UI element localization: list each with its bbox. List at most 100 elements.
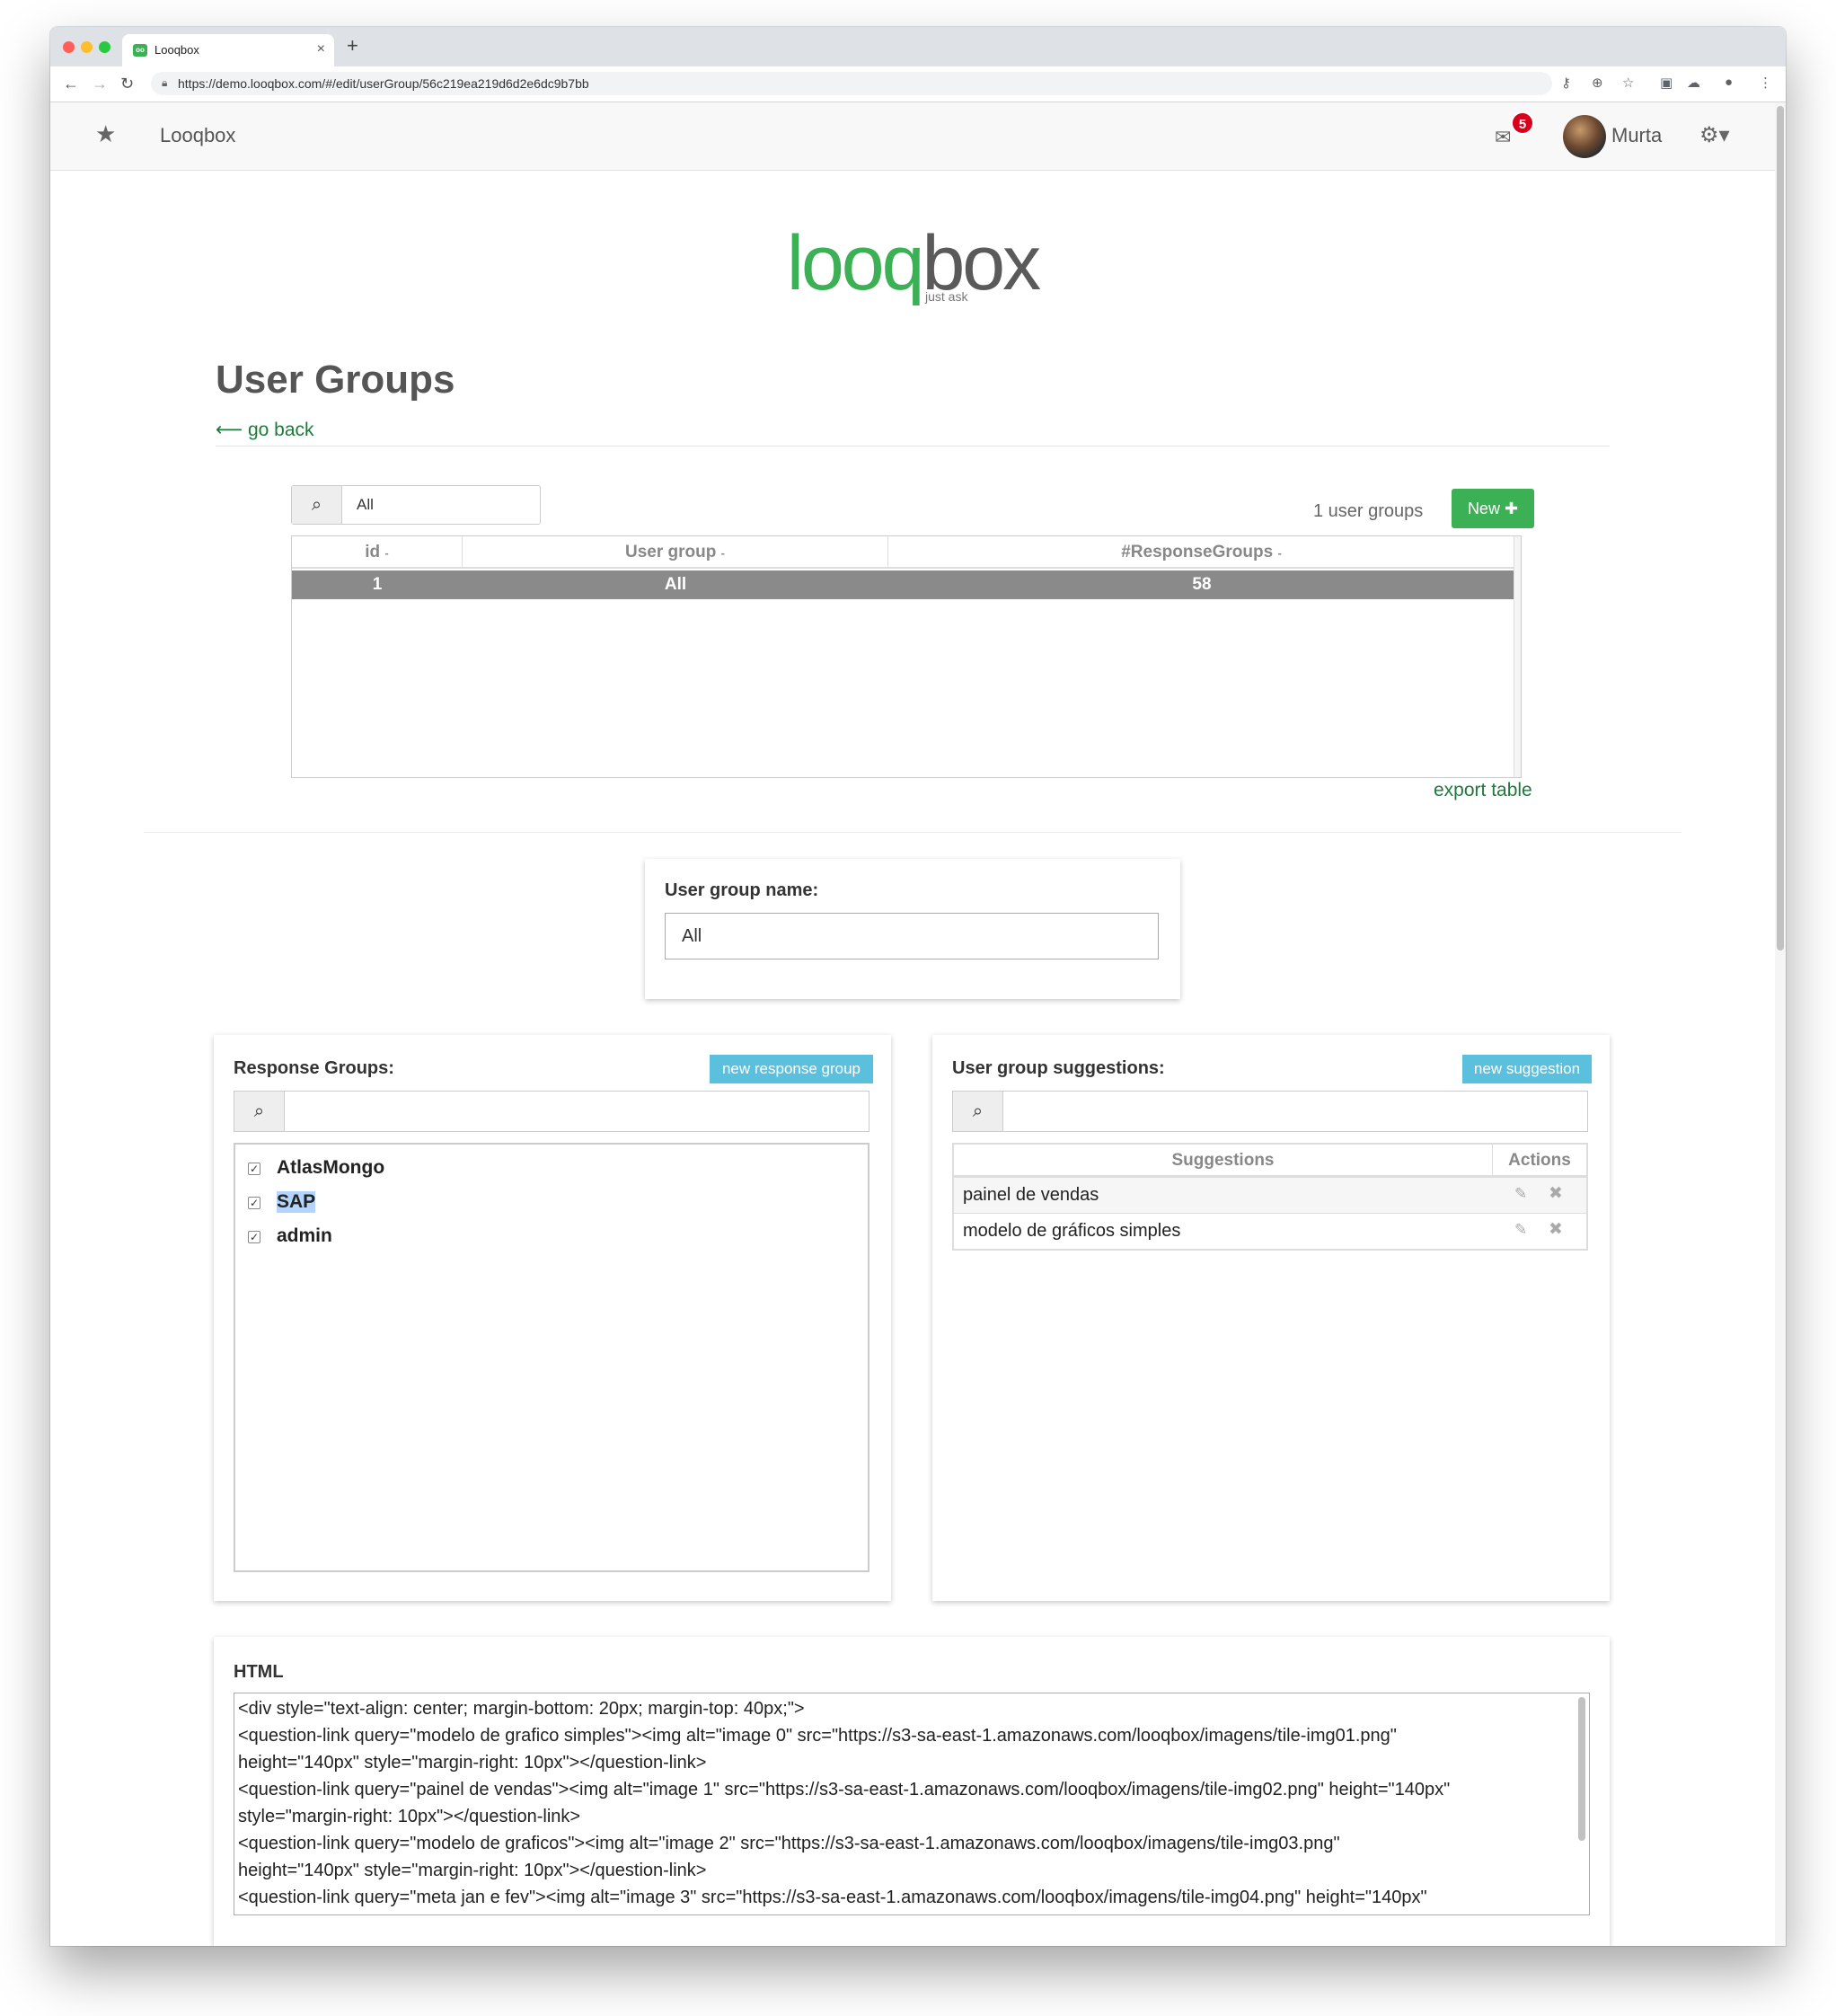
lock-icon: 🔒︎ <box>162 76 168 89</box>
cell-user-group: All <box>664 575 687 594</box>
pencil-icon[interactable]: ✎ <box>1514 1221 1527 1239</box>
new-response-group-button[interactable]: new response group <box>710 1055 873 1083</box>
user-group-count: 1 user groups <box>1313 501 1424 521</box>
export-table-link[interactable]: export table <box>1434 780 1532 801</box>
code-line: height="140px" style="margin-right: 10px… <box>238 1861 707 1880</box>
table-row: modelo de gráficos simples ✎ ✖ <box>954 1213 1586 1249</box>
address-bar[interactable]: 🔒︎ https://demo.looqbox.com/#/edit/userG… <box>151 72 1552 95</box>
checkbox-checked-icon[interactable]: ✓ <box>248 1197 260 1209</box>
cell-response-groups: 58 <box>1192 575 1212 594</box>
response-groups-label: Response Groups: <box>234 1058 394 1078</box>
arrow-left-icon: ⟵ <box>216 420 248 440</box>
minimize-window-button[interactable] <box>81 41 93 53</box>
html-editor[interactable]: <div style="text-align: center; margin-b… <box>234 1693 1590 1915</box>
response-group-label: SAP <box>277 1191 316 1213</box>
new-suggestion-button[interactable]: new suggestion <box>1462 1055 1592 1083</box>
user-group-name-panel: User group name: All <box>645 859 1180 999</box>
html-label: HTML <box>234 1662 284 1682</box>
checkbox-checked-icon[interactable]: ✓ <box>248 1231 260 1243</box>
code-line: <question-link query="modelo de graficos… <box>238 1834 1340 1853</box>
new-button-label: New <box>1467 500 1500 517</box>
editor-scrollbar[interactable] <box>1578 1697 1585 1841</box>
back-icon[interactable]: ← <box>63 75 79 93</box>
gear-icon[interactable]: ⚙▾ <box>1699 122 1730 148</box>
user-name[interactable]: Murta <box>1611 124 1662 147</box>
bookmark-star-icon[interactable]: ☆ <box>1622 75 1634 91</box>
browser-tab[interactable]: oo Looqbox × <box>122 34 334 66</box>
close-icon[interactable]: ✖ <box>1549 1183 1563 1204</box>
tab-close-icon[interactable]: × <box>317 41 325 57</box>
logo-tagline: just ask <box>925 289 968 304</box>
cloud-icon[interactable]: ☁ <box>1687 75 1700 91</box>
star-icon[interactable]: ★ <box>95 120 116 148</box>
tab-strip: oo Looqbox × + <box>50 27 1786 66</box>
extension-icon[interactable]: ▣ <box>1660 75 1673 91</box>
browser-toolbar: ← → ↻ 🔒︎ https://demo.looqbox.com/#/edit… <box>50 66 1786 102</box>
page-title: User Groups <box>216 358 455 402</box>
brand-link[interactable]: Looqbox <box>160 124 235 147</box>
suggestions-panel: User group suggestions: new suggestion ⌕… <box>932 1035 1610 1601</box>
response-groups-list: ✓ AtlasMongo ✓ SAP ✓ admin <box>234 1143 869 1572</box>
menu-icon[interactable]: ⋮ <box>1759 75 1772 91</box>
user-group-filter[interactable]: ⌕ All <box>291 485 541 525</box>
column-header-response-groups[interactable]: #ResponseGroups - <box>888 536 1515 569</box>
column-header-id[interactable]: id - <box>292 536 463 569</box>
search-icon: ⌕ <box>953 1092 1003 1131</box>
table-row: painel de vendas ✎ ✖ <box>954 1177 1586 1213</box>
tab-title: Looqbox <box>154 43 199 57</box>
looqbox-logo: looqbox <box>50 219 1775 308</box>
close-window-button[interactable] <box>63 41 75 53</box>
suggestions-search[interactable]: ⌕ <box>952 1091 1588 1132</box>
new-user-group-button[interactable]: New ✚ <box>1452 489 1534 528</box>
code-line: style="margin-right: 10px"></question-li… <box>238 1807 581 1826</box>
filter-input[interactable]: All <box>357 496 374 514</box>
checkbox-checked-icon[interactable]: ✓ <box>248 1163 260 1175</box>
app-navbar: ★ Looqbox ✉ 5 Murta ⚙▾ <box>50 102 1775 171</box>
forward-icon[interactable]: → <box>92 75 108 93</box>
response-groups-search[interactable]: ⌕ <box>234 1091 869 1132</box>
profile-icon[interactable]: ● <box>1725 75 1733 90</box>
maximize-window-button[interactable] <box>99 41 110 53</box>
user-group-name-input[interactable]: All <box>665 913 1159 959</box>
search-icon: ⌕ <box>234 1092 285 1131</box>
code-line: <question-link query="painel de vendas">… <box>238 1780 1451 1799</box>
go-back-label: go back <box>247 420 314 440</box>
response-group-label: admin <box>277 1225 332 1246</box>
column-header-user-group[interactable]: User group - <box>463 536 888 569</box>
table-header: id - User group - #ResponseGroups - <box>292 536 1515 569</box>
go-back-link[interactable]: ⟵ go back <box>216 419 314 441</box>
response-group-label: AtlasMongo <box>277 1157 385 1178</box>
close-icon[interactable]: ✖ <box>1549 1219 1563 1240</box>
page-scrollbar[interactable] <box>1775 102 1786 1946</box>
key-icon[interactable]: ⚷ <box>1561 75 1571 91</box>
suggestion-text: modelo de gráficos simples <box>963 1221 1181 1241</box>
plus-icon: ✚ <box>1504 500 1519 517</box>
user-groups-table: id - User group - #ResponseGroups - 1 Al… <box>291 535 1522 778</box>
scrollbar-thumb[interactable] <box>1777 106 1784 951</box>
column-header-suggestions: Suggestions <box>954 1145 1493 1177</box>
divider <box>144 832 1682 833</box>
code-line: <div style="text-align: center; margin-b… <box>238 1699 805 1719</box>
looqbox-favicon-icon: oo <box>133 44 147 57</box>
code-line: <question-link query="modelo de grafico … <box>238 1726 1397 1746</box>
divider <box>216 446 1610 447</box>
reload-icon[interactable]: ↻ <box>120 75 134 93</box>
html-panel: HTML <div style="text-align: center; mar… <box>214 1637 1610 1946</box>
suggestions-label: User group suggestions: <box>952 1058 1165 1078</box>
table-scrollbar[interactable] <box>1514 536 1521 777</box>
new-tab-button[interactable]: + <box>347 36 358 56</box>
table-row[interactable]: 1 All 58 <box>292 570 1515 599</box>
zoom-icon[interactable]: ⊕ <box>1592 75 1603 91</box>
code-line: height="140px" style="margin-right: 10px… <box>238 1753 707 1773</box>
avatar[interactable] <box>1563 115 1606 158</box>
logo-part-green: looq <box>786 220 925 306</box>
user-group-name-label: User group name: <box>665 880 819 900</box>
search-icon: ⌕ <box>292 486 342 524</box>
response-groups-panel: Response Groups: new response group ⌕ ✓ … <box>214 1035 891 1601</box>
browser-window: oo Looqbox × + ← → ↻ 🔒︎ https://demo.loo… <box>50 27 1786 1946</box>
envelope-icon[interactable]: ✉ <box>1495 126 1511 149</box>
code-line: <question-link query="meta jan e fev"><i… <box>238 1888 1427 1907</box>
cell-id: 1 <box>372 575 383 594</box>
suggestions-table: Suggestions Actions painel de vendas ✎ ✖… <box>952 1143 1588 1251</box>
pencil-icon[interactable]: ✎ <box>1514 1185 1527 1203</box>
